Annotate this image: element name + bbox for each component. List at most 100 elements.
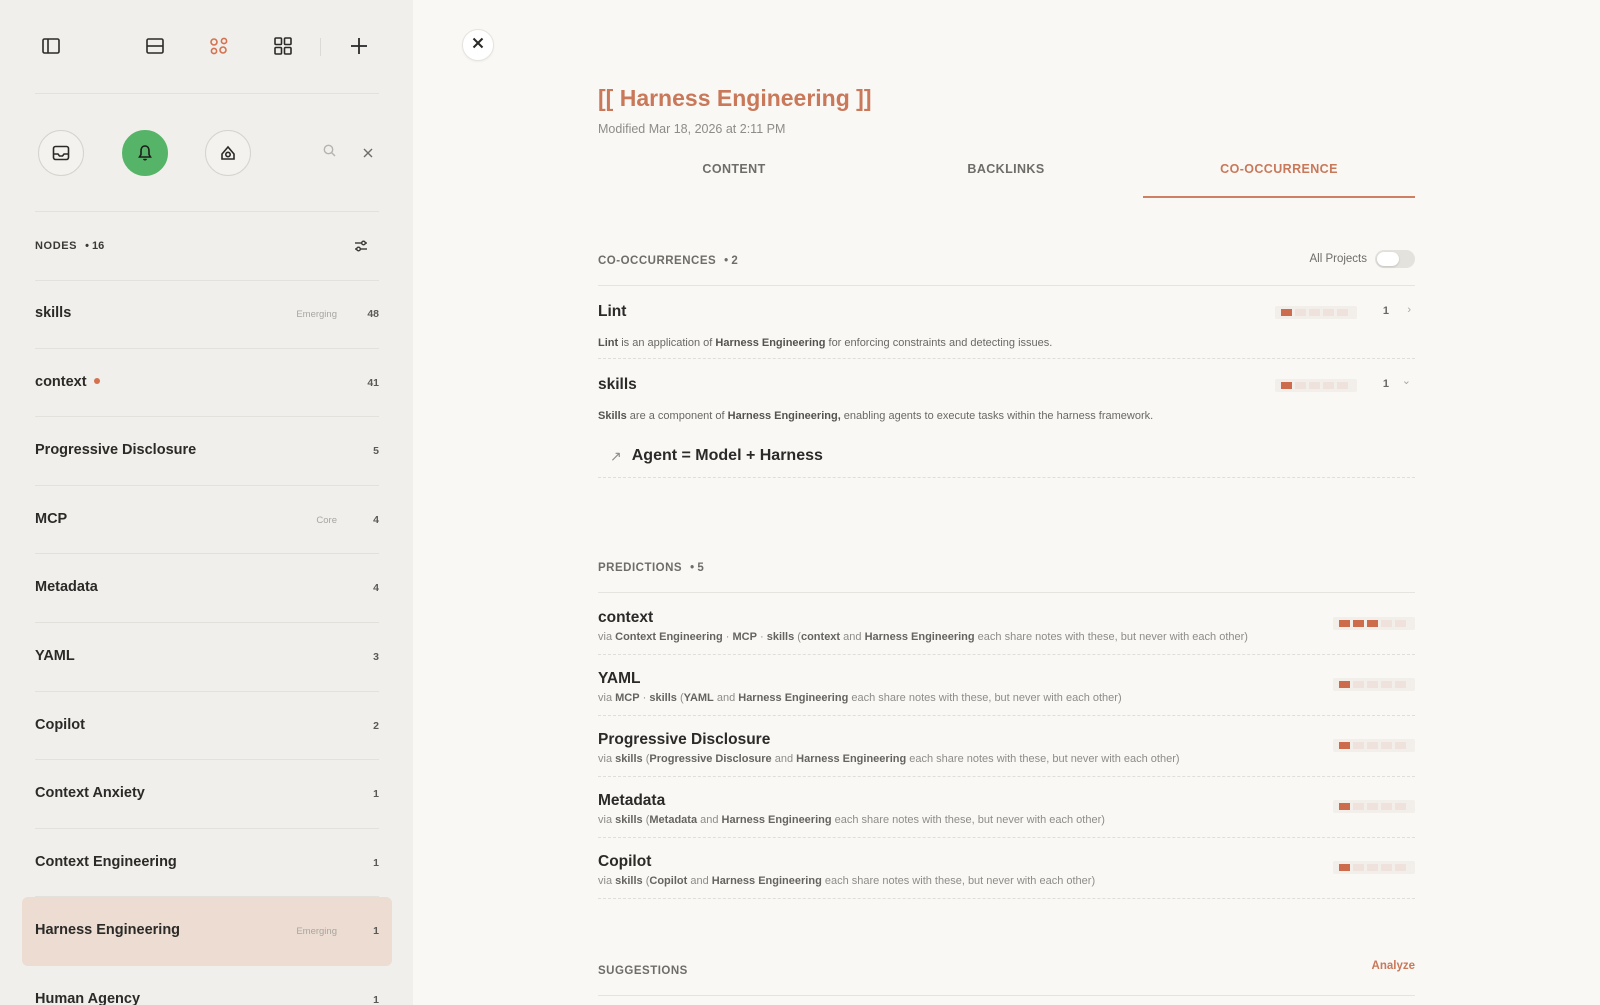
sidebar-toggle-icon[interactable] bbox=[35, 30, 67, 62]
strength-segment bbox=[1353, 681, 1364, 688]
sidebar-node-item[interactable]: YAML 3 bbox=[35, 623, 379, 692]
strength-segment bbox=[1353, 803, 1364, 810]
prediction-name: YAML bbox=[598, 670, 641, 687]
prediction-item[interactable]: context via Context Engineering · MCP · s… bbox=[598, 593, 1415, 655]
sidebar-node-item[interactable]: Copilot 2 bbox=[35, 692, 379, 761]
prediction-item[interactable]: Progressive Disclosure via skills (Progre… bbox=[598, 715, 1415, 777]
filter-icon[interactable] bbox=[351, 236, 371, 256]
strength-segment bbox=[1381, 620, 1392, 627]
node-name: context bbox=[35, 374, 100, 390]
strength-segment bbox=[1339, 681, 1350, 688]
strength-meter bbox=[1333, 678, 1415, 691]
sidebar-node-item[interactable]: context 41 bbox=[35, 349, 379, 418]
prediction-item[interactable]: YAML via MCP · skills (YAML and Harness E… bbox=[598, 654, 1415, 716]
tab-bar: CONTENT BACKLINKS CO-OCCURRENCE bbox=[598, 150, 1415, 198]
sidebar: NODES • 16 skills Emerging 48 context 41 Prog… bbox=[0, 0, 413, 1005]
bell-icon[interactable] bbox=[122, 130, 168, 176]
chevron-down-icon[interactable]: ⌄ bbox=[1402, 374, 1411, 387]
divider bbox=[35, 211, 379, 212]
node-name-text: Harness Engineering bbox=[35, 922, 181, 939]
sidebar-node-item[interactable]: Harness Engineering Emerging 1 bbox=[22, 897, 392, 966]
node-count: 4 bbox=[373, 513, 379, 526]
related-note-label: Agent = Model + Harness bbox=[631, 447, 823, 464]
plus-icon[interactable] bbox=[343, 30, 375, 62]
toolbar-divider bbox=[320, 38, 321, 56]
prediction-item[interactable]: Metadata via skills (Metadata and Harness… bbox=[598, 776, 1415, 838]
sidebar-node-item[interactable]: Context Anxiety 1 bbox=[35, 760, 379, 829]
node-name-text: context bbox=[35, 373, 87, 390]
robot-icon[interactable] bbox=[205, 130, 251, 176]
related-note-link[interactable]: ↗ Agent = Model + Harness bbox=[610, 447, 823, 465]
node-name-text: YAML bbox=[35, 647, 75, 664]
node-name: Copilot bbox=[35, 717, 85, 733]
close-button[interactable] bbox=[462, 29, 494, 61]
prediction-item[interactable]: Copilot via skills (Copilot and Harness E… bbox=[598, 837, 1415, 899]
node-name-text: skills bbox=[35, 305, 72, 321]
node-list: skills Emerging 48 context 41 Progressive Dis… bbox=[22, 280, 392, 1005]
node-name-text: Context Engineering bbox=[35, 853, 177, 870]
prediction-name: Metadata bbox=[598, 792, 666, 809]
all-projects-label: All Projects bbox=[1309, 253, 1367, 265]
analyze-button[interactable]: Analyze bbox=[1372, 960, 1415, 972]
cooccurrence-item[interactable]: Lint 1 › Lint is an application of Harne… bbox=[598, 286, 1415, 359]
node-name: YAML bbox=[35, 648, 75, 664]
node-name: Harness Engineering bbox=[35, 922, 180, 938]
sidebar-toolbar bbox=[35, 26, 379, 66]
cooccurrences-count: • 2 bbox=[724, 255, 738, 267]
strength-segment bbox=[1381, 864, 1392, 871]
collapse-icon[interactable] bbox=[356, 141, 380, 165]
predictions-count: • 5 bbox=[690, 562, 704, 574]
node-name: skills bbox=[35, 305, 71, 321]
strength-segment bbox=[1323, 309, 1334, 316]
node-name-text: Copilot bbox=[35, 716, 85, 733]
node-count: 2 bbox=[373, 719, 379, 732]
split-view-icon[interactable] bbox=[139, 30, 171, 62]
modified-date: Modified Mar 18, 2026 at 2:11 PM bbox=[598, 122, 786, 136]
node-name: Metadata bbox=[35, 579, 98, 595]
sidebar-node-item[interactable]: skills Emerging 48 bbox=[35, 280, 379, 349]
node-count: 1 bbox=[373, 925, 379, 938]
strength-segment bbox=[1339, 620, 1350, 627]
sidebar-node-item[interactable]: Progressive Disclosure 5 bbox=[35, 417, 379, 486]
divider bbox=[598, 995, 1415, 996]
strength-segment bbox=[1395, 681, 1406, 688]
sidebar-node-item[interactable]: Human Agency 1 bbox=[35, 966, 379, 1005]
all-projects-toggle[interactable] bbox=[1375, 250, 1415, 268]
tab-co-occurrence[interactable]: CO-OCCURRENCE bbox=[1143, 150, 1415, 198]
node-name: MCP bbox=[35, 511, 67, 527]
strength-segment bbox=[1353, 620, 1364, 627]
strength-segment bbox=[1367, 681, 1378, 688]
tab-backlinks[interactable]: BACKLINKS bbox=[870, 150, 1142, 198]
sidebar-node-item[interactable]: MCP Core 4 bbox=[35, 486, 379, 555]
inbox-icon[interactable] bbox=[38, 130, 84, 176]
strength-segment bbox=[1367, 742, 1378, 749]
strength-segment bbox=[1353, 864, 1364, 871]
search-field[interactable] bbox=[287, 138, 359, 168]
arrow-up-right-icon: ↗ bbox=[610, 447, 622, 464]
grid-view-icon[interactable] bbox=[267, 30, 299, 62]
node-count: 5 bbox=[373, 445, 379, 458]
predictions-label: PREDICTIONS bbox=[598, 562, 683, 574]
note-panel: [[ Harness Engineering ]] Modified Mar 1… bbox=[413, 0, 1600, 1005]
strength-meter bbox=[1333, 800, 1415, 813]
strength-segment bbox=[1353, 742, 1364, 749]
strength-segment bbox=[1339, 742, 1350, 749]
strength-segment bbox=[1309, 309, 1320, 316]
node-name-text: Metadata bbox=[35, 579, 98, 596]
nodes-count: • 16 bbox=[85, 240, 105, 252]
strength-segment bbox=[1295, 382, 1306, 389]
predictions-header: PREDICTIONS • 5 bbox=[598, 557, 1415, 579]
quick-actions bbox=[35, 130, 379, 176]
strength-segment bbox=[1381, 681, 1392, 688]
sidebar-node-item[interactable]: Metadata 4 bbox=[35, 554, 379, 623]
node-name: Human Agency bbox=[35, 991, 140, 1005]
prediction-name: Copilot bbox=[598, 853, 652, 870]
chevron-right-icon[interactable]: › bbox=[1407, 304, 1411, 316]
graph-view-icon[interactable] bbox=[203, 30, 235, 62]
close-icon bbox=[472, 36, 484, 54]
tab-content[interactable]: CONTENT bbox=[598, 150, 870, 198]
sidebar-node-item[interactable]: Context Engineering 1 bbox=[35, 829, 379, 898]
strength-segment bbox=[1281, 309, 1292, 316]
node-count: 3 bbox=[373, 650, 379, 663]
toggle-knob bbox=[1377, 252, 1399, 266]
